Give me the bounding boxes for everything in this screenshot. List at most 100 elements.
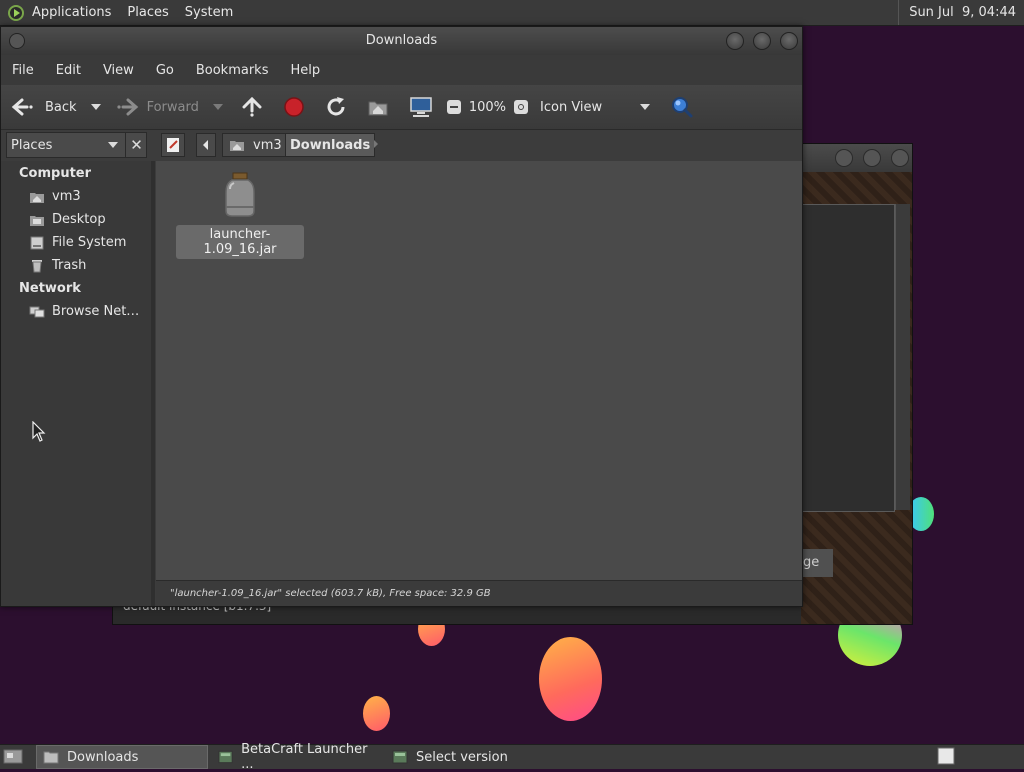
sidebar-item-label: vm3	[52, 189, 81, 204]
computer-icon[interactable]	[409, 96, 433, 118]
menu-logo-icon[interactable]	[8, 4, 24, 21]
sidebar-item-vm3[interactable]: vm3	[29, 189, 81, 204]
task-label: Select version	[416, 749, 508, 765]
path-scroll-right-button[interactable]	[369, 133, 383, 155]
task-label: Downloads	[67, 749, 139, 765]
sidebar-type-select[interactable]: Places ✕	[6, 132, 147, 158]
java-app-icon	[392, 750, 408, 764]
zoom-in-icon[interactable]	[514, 100, 529, 114]
close-sidebar-icon[interactable]: ✕	[125, 133, 147, 157]
panel-menu-applications[interactable]: Applications	[24, 0, 119, 25]
menu-edit[interactable]: Edit	[45, 63, 92, 78]
bg-button-label: ge	[803, 555, 820, 570]
places-sidebar: Computer vm3 Desktop File System Trash N…	[1, 161, 155, 606]
toggle-path-edit-button[interactable]	[161, 133, 185, 157]
task-downloads[interactable]: Downloads	[36, 745, 208, 769]
taskbar: Downloads BetaCraft Launcher ... Select …	[0, 742, 1024, 772]
balloon-decoration	[363, 696, 390, 731]
maximize-button[interactable]	[753, 32, 771, 50]
sidebar-item-browse-network[interactable]: Browse Net…	[29, 304, 139, 319]
menu-bookmarks[interactable]: Bookmarks	[185, 63, 280, 78]
bg-scrollbar[interactable]	[895, 204, 910, 510]
folder-icon	[43, 751, 59, 764]
breadcrumb-vm3[interactable]: vm3	[222, 133, 289, 157]
menu-file[interactable]: File	[1, 63, 45, 78]
view-mode-value: Icon View	[540, 99, 603, 115]
menu-view[interactable]: View	[92, 63, 145, 78]
window-titlebar[interactable]: Downloads	[1, 27, 802, 55]
home-folder-icon	[230, 141, 244, 151]
balloon-decoration	[539, 637, 602, 721]
breadcrumb-downloads[interactable]: Downloads	[285, 133, 376, 157]
view-mode-select[interactable]: Icon View	[540, 99, 651, 115]
back-history-dropdown-icon[interactable]	[90, 104, 101, 110]
sidebar-item-desktop[interactable]: Desktop	[29, 212, 106, 227]
pencil-page-icon	[167, 138, 179, 152]
forward-history-dropdown-icon[interactable]	[212, 104, 223, 110]
top-panel: Applications Places System Sun Jul 9, 04…	[0, 0, 1024, 26]
up-arrow-icon[interactable]	[241, 96, 263, 118]
close-button[interactable]	[780, 32, 798, 50]
sidebar-section-computer: Computer	[19, 166, 92, 181]
sidebar-item-label: Desktop	[52, 212, 106, 227]
search-icon[interactable]	[670, 95, 694, 119]
stop-icon[interactable]	[283, 96, 305, 118]
menu-go[interactable]: Go	[145, 63, 185, 78]
home-folder-icon[interactable]	[367, 97, 389, 117]
forward-arrow-icon	[116, 98, 138, 116]
bg-news-panel	[801, 204, 895, 512]
sidebar-item-label: Browse Net…	[52, 304, 140, 319]
window-menu-icon[interactable]	[9, 33, 25, 49]
file-item[interactable]: launcher-1.09_16.jar	[176, 171, 304, 259]
forward-button[interactable]: Forward	[115, 85, 199, 129]
back-arrow-icon	[11, 98, 33, 116]
sidebar-type-dropdown-icon	[108, 142, 118, 148]
sidebar-item-trash[interactable]: Trash	[29, 258, 86, 273]
panel-menu-system[interactable]: System	[177, 0, 241, 25]
location-bar: Places ✕ vm3 Downloads	[1, 129, 802, 161]
reload-icon[interactable]	[325, 96, 347, 118]
jar-icon	[225, 172, 255, 217]
java-app-icon	[218, 750, 233, 764]
bg-close-button[interactable]	[891, 149, 909, 167]
show-desktop-icon[interactable]	[2, 747, 24, 767]
sidebar-item-label: File System	[52, 235, 127, 250]
bg-action-button[interactable]: ge	[801, 549, 833, 577]
chevron-right-icon	[374, 140, 378, 148]
file-view[interactable]: launcher-1.09_16.jar	[156, 161, 802, 580]
sidebar-section-network: Network	[19, 281, 81, 296]
view-mode-dropdown-icon	[640, 104, 651, 110]
drive-icon	[30, 236, 44, 249]
breadcrumb-label: Downloads	[290, 137, 371, 153]
chevron-left-icon	[203, 140, 208, 150]
minimize-button[interactable]	[726, 32, 744, 50]
sidebar-item-label: Trash	[52, 258, 87, 273]
home-folder-icon	[30, 192, 44, 203]
status-bar: "launcher-1.09_16.jar" selected (603.7 k…	[156, 580, 802, 606]
back-button[interactable]: Back	[11, 85, 77, 129]
menubar: File Edit View Go Bookmarks Help	[1, 55, 802, 85]
sidebar-item-file-system[interactable]: File System	[29, 235, 126, 250]
bg-maximize-button[interactable]	[863, 149, 881, 167]
workspace-switcher-icon[interactable]	[936, 746, 956, 766]
task-betacraft-launcher[interactable]: BetaCraft Launcher ...	[212, 742, 382, 772]
forward-label: Forward	[146, 99, 199, 115]
sidebar-type-label: Places	[11, 137, 53, 153]
zoom-out-icon[interactable]	[446, 100, 461, 114]
toolbar: Back Forward 100% Icon View	[1, 85, 802, 130]
bg-minimize-button[interactable]	[835, 149, 853, 167]
trash-icon	[32, 259, 42, 272]
panel-menu-places[interactable]: Places	[119, 0, 176, 25]
path-scroll-left-button[interactable]	[196, 133, 216, 157]
breadcrumb-label: vm3	[253, 137, 282, 153]
file-name-label: launcher-1.09_16.jar	[176, 225, 304, 259]
file-manager-window[interactable]: Downloads File Edit View Go Bookmarks He…	[0, 26, 803, 607]
zoom-level[interactable]: 100%	[469, 100, 506, 115]
network-icon	[29, 306, 45, 317]
menu-help[interactable]: Help	[279, 63, 331, 78]
task-select-version[interactable]: Select version	[386, 746, 556, 768]
desktop-folder-icon	[30, 215, 44, 226]
clock[interactable]: Sun Jul 9, 04:44	[898, 0, 1024, 25]
back-label: Back	[45, 99, 77, 115]
mouse-cursor-icon	[32, 421, 46, 442]
